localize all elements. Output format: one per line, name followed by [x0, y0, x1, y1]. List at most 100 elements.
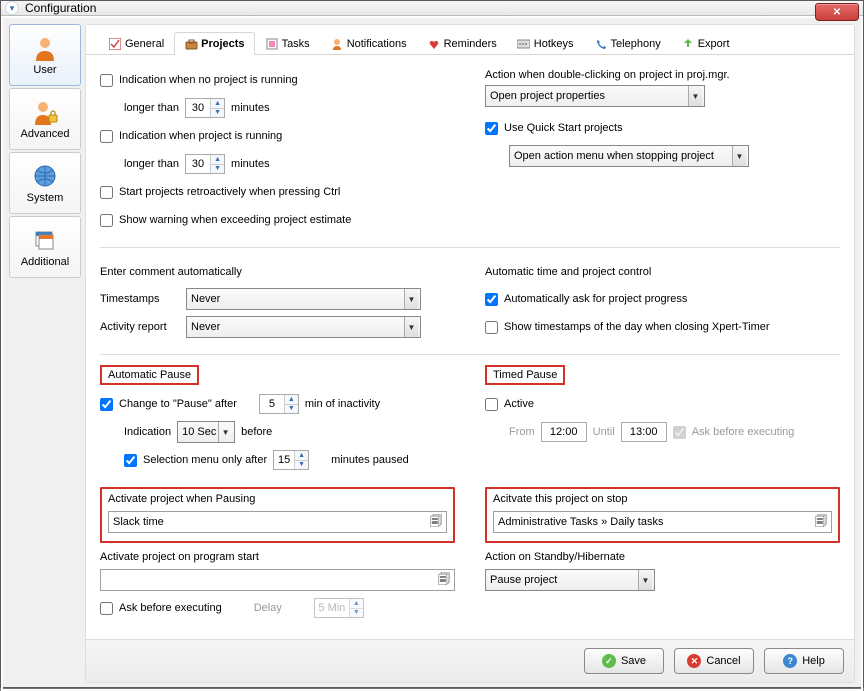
combo-value: Never: [191, 321, 220, 333]
check-icon: [108, 37, 122, 51]
user-lock-icon: [31, 98, 59, 126]
auto-time-heading: Automatic time and project control: [485, 264, 840, 280]
minutes-label: minutes: [231, 102, 270, 114]
spin-down-icon[interactable]: ▼: [211, 165, 224, 174]
tab-general[interactable]: General: [98, 32, 174, 55]
sidebar-item-advanced[interactable]: Advanced: [9, 88, 81, 150]
tab-tasks[interactable]: Tasks: [255, 32, 320, 55]
combo-value: Pause project: [490, 574, 557, 586]
quick-action-combo[interactable]: Open action menu when stopping project ▼: [509, 145, 749, 167]
run-duration-spinner[interactable]: ▲▼: [185, 154, 225, 174]
pause-minutes-spinner[interactable]: ▲▼: [259, 394, 299, 414]
minutes-paused-label: minutes paused: [331, 454, 409, 466]
indication-no-running-label: Indication when no project is running: [119, 74, 298, 86]
timed-ask-before-label: Ask before executing: [692, 426, 795, 438]
combo-value: Open project properties: [490, 90, 605, 102]
indication-running-checkbox[interactable]: [100, 130, 113, 143]
globe-icon: [31, 162, 59, 190]
from-time-input[interactable]: [541, 422, 587, 442]
spin-up-icon[interactable]: ▲: [295, 451, 308, 461]
tab-label: Export: [698, 38, 730, 50]
button-label: Save: [621, 655, 646, 667]
tab-label: Tasks: [282, 38, 310, 50]
start-ask-before-label: Ask before executing: [119, 602, 222, 614]
activate-pausing-field[interactable]: Slack time 🗐: [108, 511, 447, 533]
selection-menu-input[interactable]: [274, 451, 294, 469]
combo-value: 10 Sec: [182, 426, 216, 438]
activate-start-field[interactable]: 🗐: [100, 569, 455, 591]
spin-down-icon[interactable]: ▼: [285, 405, 298, 414]
tab-projects[interactable]: Projects: [174, 32, 254, 55]
activity-combo[interactable]: Never ▼: [186, 316, 421, 338]
button-label: Help: [802, 655, 825, 667]
no-run-duration-input[interactable]: [186, 99, 210, 117]
show-warning-checkbox[interactable]: [100, 214, 113, 227]
indication-combo[interactable]: 10 Sec ▼: [177, 421, 235, 443]
selection-menu-checkbox[interactable]: [124, 454, 137, 467]
spin-up-icon: ▲: [350, 599, 363, 609]
timestamps-label: Timestamps: [100, 293, 180, 305]
spin-down-icon[interactable]: ▼: [211, 109, 224, 118]
close-button[interactable]: ✕: [815, 3, 859, 21]
combo-value: Open action menu when stopping project: [514, 150, 714, 162]
tab-hotkeys[interactable]: Hotkeys: [507, 32, 584, 55]
save-button[interactable]: ✓ Save: [584, 648, 664, 674]
tab-label: General: [125, 38, 164, 50]
heart-icon: [427, 37, 441, 51]
browse-icon[interactable]: 🗐: [815, 512, 827, 533]
timed-active-checkbox[interactable]: [485, 398, 498, 411]
browse-icon[interactable]: 🗐: [438, 570, 450, 591]
sidebar-item-additional[interactable]: Additional: [9, 216, 81, 278]
tab-notifications[interactable]: Notifications: [320, 32, 417, 55]
tasks-icon: [265, 37, 279, 51]
window-title: Configuration: [25, 1, 96, 15]
action-standby-combo[interactable]: Pause project ▼: [485, 569, 655, 591]
sidebar-item-system[interactable]: System: [9, 152, 81, 214]
tab-telephony[interactable]: Telephony: [584, 32, 671, 55]
help-icon: ?: [783, 654, 797, 668]
delay-spinner: ▲▼: [314, 598, 364, 618]
change-to-pause-label: Change to "Pause" after: [119, 398, 237, 410]
action-dblclick-label: Action when double-clicking on project i…: [485, 69, 840, 81]
action-dblclick-combo[interactable]: Open project properties ▼: [485, 85, 705, 107]
phone-icon: [594, 37, 608, 51]
cancel-button[interactable]: ✕ Cancel: [674, 648, 754, 674]
run-duration-input[interactable]: [186, 155, 210, 173]
tab-label: Notifications: [347, 38, 407, 50]
selection-menu-spinner[interactable]: ▲▼: [273, 450, 309, 470]
sidebar-item-user[interactable]: User: [9, 24, 81, 86]
browse-icon[interactable]: 🗐: [430, 512, 442, 533]
use-quick-checkbox[interactable]: [485, 122, 498, 135]
start-ask-before-checkbox[interactable]: [100, 602, 113, 615]
tab-label: Reminders: [444, 38, 497, 50]
change-to-pause-checkbox[interactable]: [100, 398, 113, 411]
show-ts-close-checkbox[interactable]: [485, 321, 498, 334]
indication-no-running-checkbox[interactable]: [100, 74, 113, 87]
timestamps-combo[interactable]: Never ▼: [186, 288, 421, 310]
spin-up-icon[interactable]: ▲: [285, 395, 298, 405]
chevron-down-icon: ▼: [638, 570, 652, 590]
start-retro-checkbox[interactable]: [100, 186, 113, 199]
spin-up-icon[interactable]: ▲: [211, 99, 224, 109]
tab-label: Hotkeys: [534, 38, 574, 50]
activate-stop-field[interactable]: Administrative Tasks » Daily tasks 🗐: [493, 511, 832, 533]
longer-than-label: longer than: [124, 158, 179, 170]
tab-reminders[interactable]: Reminders: [417, 32, 507, 55]
field-value: Administrative Tasks » Daily tasks: [498, 516, 663, 528]
pause-minutes-input[interactable]: [260, 395, 284, 413]
help-button[interactable]: ? Help: [764, 648, 844, 674]
spin-up-icon[interactable]: ▲: [211, 155, 224, 165]
tab-export[interactable]: Export: [671, 32, 740, 55]
sidebar-item-label: System: [27, 192, 64, 204]
until-time-input[interactable]: [621, 422, 667, 442]
auto-ask-checkbox[interactable]: [485, 293, 498, 306]
from-label: From: [509, 426, 535, 438]
before-label: before: [241, 426, 272, 438]
no-run-duration-spinner[interactable]: ▲▼: [185, 98, 225, 118]
config-window: ▾ Configuration ✕ User Advanced: [0, 0, 864, 688]
spin-down-icon[interactable]: ▼: [295, 461, 308, 470]
chevron-down-icon[interactable]: ▾: [5, 1, 19, 15]
check-icon: ✓: [602, 654, 616, 668]
close-icon: ✕: [833, 7, 841, 18]
indication-running-label: Indication when project is running: [119, 130, 282, 142]
